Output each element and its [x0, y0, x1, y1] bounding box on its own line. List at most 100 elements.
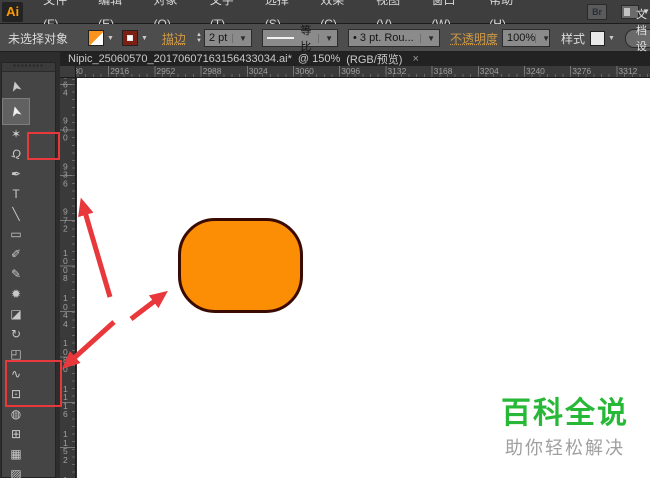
- ruler-label: 2952: [156, 66, 176, 76]
- blob-brush-tool-icon: ✹: [10, 287, 22, 301]
- blob-brush-tool[interactable]: ✹: [3, 284, 29, 304]
- bridge-icon[interactable]: Br: [587, 3, 608, 20]
- stroke-width-stepper[interactable]: ▲ ▼: [196, 32, 202, 44]
- chevron-down-icon: ▼: [318, 33, 333, 43]
- ruler-label: 1 1 5 2: [63, 429, 68, 465]
- chevron-down-icon: ▼: [420, 33, 435, 43]
- mesh-tool[interactable]: ▦: [3, 444, 29, 464]
- selection-tool[interactable]: ➤: [3, 74, 29, 99]
- ruler-label: 2916: [110, 66, 130, 76]
- stroke-color-swatch: [122, 30, 138, 46]
- opacity-field[interactable]: 100% ▼: [502, 29, 550, 47]
- style-dropdown[interactable]: ▼: [590, 30, 617, 46]
- close-icon[interactable]: ×: [412, 53, 418, 65]
- watermark-subtitle: 助你轻松解决: [505, 438, 625, 458]
- tab-bar: Nipic_25060570_20170607163156433034.ai* …: [60, 52, 650, 66]
- ruler-label: 3204: [479, 66, 499, 76]
- lasso-tool-icon: Ω: [9, 145, 23, 163]
- scale-tool-icon: ◰: [10, 347, 22, 361]
- document-tab[interactable]: Nipic_25060570_20170607163156433034.ai* …: [60, 51, 427, 67]
- control-bar: 未选择对象 ▼ ▼ 描边 ▲ ▼ 2 pt ▼ 等比 ▼ • 3 pt. Rou…: [0, 9, 650, 69]
- chevron-down-icon: ▼: [232, 33, 247, 43]
- document-setup-button[interactable]: 文档设置: [625, 9, 650, 69]
- ruler-label: 9 3 6: [63, 161, 68, 189]
- menu-bar: Ai 文件(F)编辑(E)对象(O)文字(T)选择(S)效果(C)视图(V)窗口…: [0, 0, 650, 31]
- pen-tool[interactable]: ✒: [3, 164, 29, 184]
- brush-definition-dropdown[interactable]: • 3 pt. Rou... ▼: [348, 29, 440, 47]
- chevron-down-icon: ▼: [141, 34, 148, 42]
- tools-panel: ▪▪▪▪▪▪▪▪ ➤➤✶Ω✒T╲▭✐✎✹◪↻◰∿⊡◍⊞▦▨✑◎✵▂▅▃✛✂☞Ϙ …: [1, 62, 56, 478]
- canvas[interactable]: 百科全说 助你轻松解决: [77, 78, 650, 478]
- mesh-tool-icon: ▦: [10, 447, 22, 461]
- selection-status: 未选择对象: [8, 31, 69, 46]
- stroke-profile-preview: [267, 37, 295, 39]
- shape-builder-tool[interactable]: ◍: [3, 404, 29, 424]
- paintbrush-tool[interactable]: ✐: [3, 244, 29, 264]
- shape-builder-tool-icon: ◍: [10, 407, 22, 421]
- free-transform-tool[interactable]: ⊡: [3, 384, 29, 404]
- ruler-label: 3276: [572, 66, 592, 76]
- stroke-color-dropdown[interactable]: ▼: [122, 30, 150, 46]
- eraser-tool[interactable]: ◪: [3, 304, 29, 324]
- eraser-tool-icon: ◪: [10, 307, 22, 321]
- width-tool[interactable]: ∿: [3, 364, 29, 384]
- type-tool[interactable]: T: [3, 184, 29, 204]
- rotate-tool[interactable]: ↻: [3, 324, 29, 344]
- direct-selection-tool[interactable]: ➤: [2, 98, 30, 125]
- document-zoom: @ 150%: [297, 53, 341, 65]
- direct-selection-tool-icon: ➤: [6, 103, 25, 120]
- ruler-label: 1 0 8 0: [63, 338, 68, 374]
- chevron-down-icon: ▼: [608, 34, 615, 42]
- magic-wand-tool-icon: ✶: [10, 127, 22, 141]
- perspective-grid-tool-icon: ⊞: [10, 427, 22, 441]
- magic-wand-tool[interactable]: ✶: [3, 124, 29, 144]
- document-color-mode: (RGB/预览): [346, 54, 403, 66]
- style-swatch: [590, 30, 605, 46]
- gradient-tool-icon: ▨: [10, 467, 22, 478]
- ruler-corner: [60, 66, 76, 78]
- document-title: Nipic_25060570_20170607163156433034.ai*: [68, 53, 292, 65]
- rotate-tool-icon: ↻: [10, 327, 22, 341]
- rectangle-tool[interactable]: ▭: [3, 224, 29, 244]
- scale-tool[interactable]: ◰: [3, 344, 29, 364]
- tool-grid: ➤➤✶Ω✒T╲▭✐✎✹◪↻◰∿⊡◍⊞▦▨✑◎✵▂▅▃✛✂☞Ϙ: [2, 72, 55, 478]
- pencil-tool[interactable]: ✎: [3, 264, 29, 284]
- line-segment-tool[interactable]: ╲: [3, 204, 29, 224]
- ruler-label: 1 1 1 6: [63, 383, 68, 420]
- ruler-label: 3240: [526, 66, 545, 76]
- ruler-label: 1 0 4 4: [63, 293, 68, 329]
- type-tool-icon: T: [12, 187, 20, 201]
- watermark-title: 百科全说: [501, 397, 629, 430]
- ruler-label: 3132: [387, 66, 407, 76]
- vertical-ruler[interactable]: 8 6 4 9 0 0 9 3 6 9 7 2 1 0 0 8 1 0 4 4 1 0 8 …: [60, 78, 76, 478]
- opacity-panel-link[interactable]: 不透明度: [450, 30, 498, 47]
- fill-color-swatch: [88, 30, 104, 46]
- horizontal-ruler[interactable]: 2880291629522988302430603096313231683204…: [60, 66, 650, 78]
- stroke-profile-dropdown[interactable]: 等比 ▼: [262, 25, 338, 53]
- free-transform-tool-icon: ⊡: [10, 387, 22, 401]
- fill-color-dropdown[interactable]: ▼: [88, 30, 116, 46]
- perspective-grid-tool[interactable]: ⊞: [3, 424, 29, 444]
- lasso-tool[interactable]: Ω: [3, 144, 29, 164]
- style-label: 样式: [561, 31, 586, 46]
- chevron-down-icon: ▼: [107, 34, 114, 42]
- ruler-label: 8 6 4: [63, 78, 68, 98]
- panel-grip[interactable]: ▪▪▪▪▪▪▪▪: [2, 62, 55, 72]
- ruler-label: 3168: [433, 66, 453, 76]
- illustrator-window: Ai 文件(F)编辑(E)对象(O)文字(T)选择(S)效果(C)视图(V)窗口…: [0, 0, 650, 478]
- stroke-width-field[interactable]: 2 pt ▼: [203, 29, 252, 47]
- ruler-label: 9 0 0: [63, 115, 68, 143]
- rounded-rectangle-shape[interactable]: [178, 218, 303, 313]
- stroke-panel-link[interactable]: 描边: [162, 30, 186, 47]
- ruler-label: 3312: [618, 66, 638, 76]
- watermark: 百科全说 助你轻松解决: [480, 388, 650, 460]
- selection-tool-icon: ➤: [6, 78, 25, 95]
- pen-tool-icon: ✒: [10, 167, 22, 181]
- paintbrush-tool-icon: ✐: [10, 247, 22, 261]
- ruler-label: 3096: [341, 66, 361, 76]
- ruler-label: 1 0 0 8: [63, 247, 68, 284]
- ruler-label: 3024: [248, 66, 268, 76]
- rectangle-tool-icon: ▭: [10, 227, 22, 241]
- gradient-tool[interactable]: ▨: [3, 464, 29, 478]
- width-tool-icon: ∿: [10, 367, 22, 381]
